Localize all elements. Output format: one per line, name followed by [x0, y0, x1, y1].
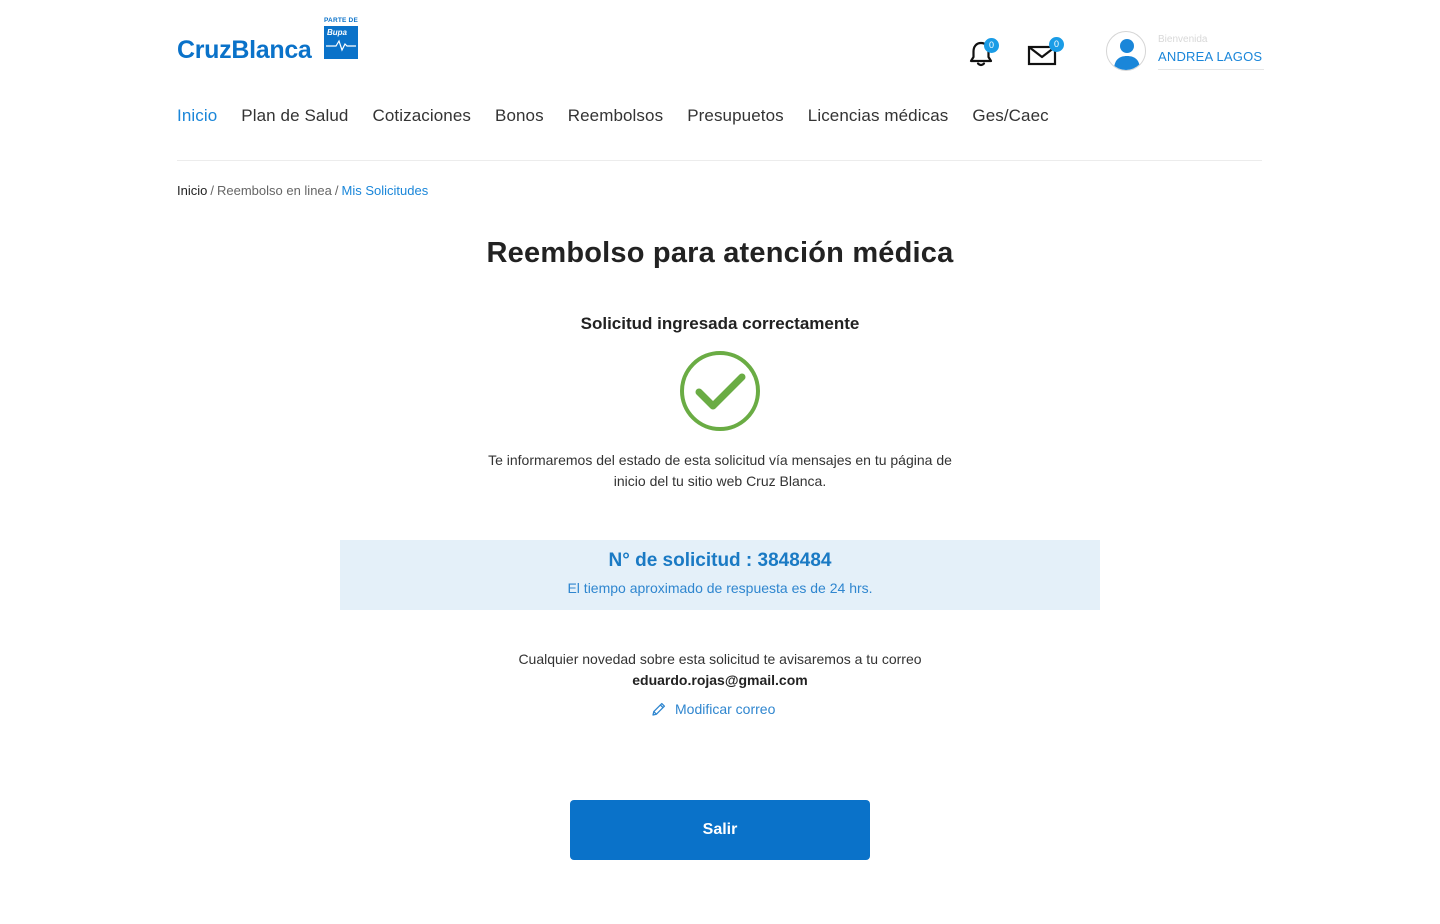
user-email: eduardo.rojas@gmail.com: [632, 672, 808, 688]
pencil-icon: [652, 702, 666, 716]
modify-email-link[interactable]: Modificar correo: [650, 699, 775, 719]
brand-logo[interactable]: CruzBlanca PARTE DE Bupa: [177, 16, 359, 64]
user-icon: [1114, 39, 1140, 70]
breadcrumb-current[interactable]: Mis Solicitudes: [342, 183, 429, 198]
info-message: Te informaremos del estado de esta solic…: [440, 450, 1000, 492]
user-avatar[interactable]: [1106, 31, 1146, 71]
badge-name: Bupa: [327, 28, 347, 37]
messages-count-badge: 0: [1049, 37, 1064, 52]
response-time: El tiempo aproximado de respuesta es de …: [567, 580, 873, 596]
nav-item-ges-caec[interactable]: Ges/Caec: [972, 104, 1048, 128]
bupa-badge: PARTE DE Bupa: [323, 16, 359, 60]
main-nav: Inicio Plan de Salud Cotizaciones Bonos …: [177, 104, 1073, 128]
breadcrumb-separator: /: [210, 183, 214, 198]
request-number: N° de solicitud : 3848484: [608, 550, 832, 571]
nav-item-licencias-medicas[interactable]: Licencias médicas: [808, 104, 949, 128]
user-menu[interactable]: Bienvenida ANDREA LAGOS: [1158, 33, 1264, 70]
notifications-count-badge: 0: [984, 38, 999, 53]
notifications-button[interactable]: 0: [965, 38, 1001, 74]
page-title: Reembolso para atención médica: [486, 237, 954, 269]
nav-item-bonos[interactable]: Bonos: [495, 104, 544, 128]
breadcrumb: Inicio / Reembolso en linea / Mis Solicitude…: [177, 182, 428, 200]
info-line-1: Te informaremos del estado de esta solic…: [488, 452, 952, 468]
success-subtitle: Solicitud ingresada correctamente: [580, 314, 860, 333]
nav-divider: [177, 160, 1262, 161]
user-name: ANDREA LAGOS: [1158, 49, 1263, 64]
modify-email-label: Modificar correo: [675, 701, 776, 717]
welcome-label: Bienvenida: [1158, 34, 1208, 45]
breadcrumb-home[interactable]: Inicio: [177, 183, 207, 198]
breadcrumb-reembolso[interactable]: Reembolso en linea: [217, 183, 332, 198]
nav-item-reembolsos[interactable]: Reembolsos: [568, 104, 664, 128]
check-circle-icon: [680, 351, 760, 431]
nav-item-inicio[interactable]: Inicio: [177, 104, 217, 128]
badge-top-text: PARTE DE: [324, 17, 358, 24]
nav-item-presupuestos[interactable]: Presupuetos: [687, 104, 784, 128]
nav-item-plan-de-salud[interactable]: Plan de Salud: [241, 104, 348, 128]
brand-name: CruzBlanca: [177, 36, 312, 64]
heartbeat-icon: [326, 39, 356, 52]
breadcrumb-separator: /: [334, 183, 339, 198]
request-info-box: N° de solicitud : 3848484 El tiempo apro…: [340, 540, 1100, 610]
email-notice: Cualquier novedad sobre esta solicitud t…: [518, 651, 922, 667]
nav-item-cotizaciones[interactable]: Cotizaciones: [372, 104, 471, 128]
bupa-logo-box: Bupa: [324, 26, 358, 59]
info-line-2: inicio del tu sitio web Cruz Blanca.: [613, 473, 827, 489]
messages-button[interactable]: 0: [1026, 37, 1064, 74]
exit-button[interactable]: Salir: [570, 800, 870, 860]
